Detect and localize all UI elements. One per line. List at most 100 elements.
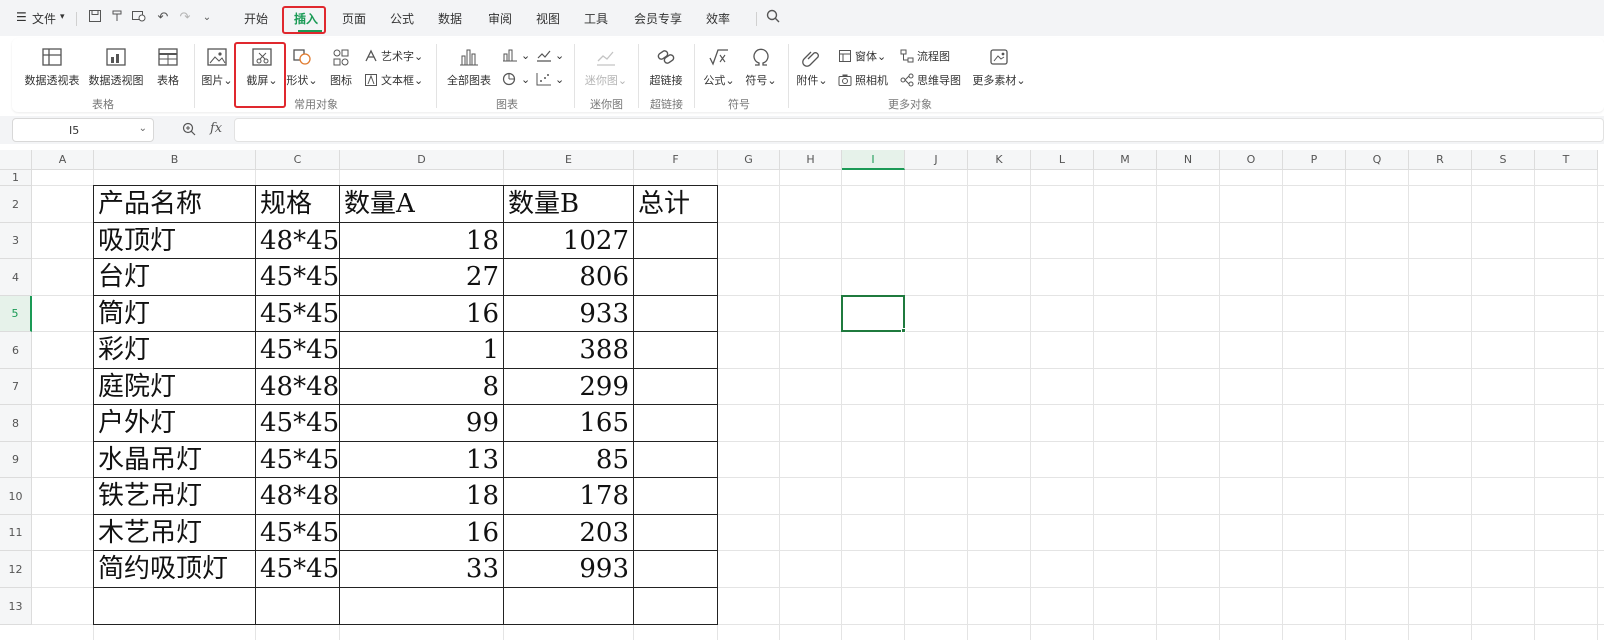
zoom-search-icon[interactable]: [182, 122, 196, 139]
row-header-9[interactable]: 9: [0, 442, 32, 478]
column-chart-dropdown[interactable]: ⌄: [502, 48, 530, 62]
window-form-button[interactable]: 窗体 ⌄: [838, 48, 886, 64]
tab-view[interactable]: 视图: [536, 10, 560, 27]
data-cell[interactable]: 85: [504, 442, 633, 478]
icon-button[interactable]: 图标: [326, 46, 356, 88]
tab-page[interactable]: 页面: [342, 10, 366, 27]
active-cell-i5[interactable]: [841, 295, 905, 332]
hyperlink-button[interactable]: 超链接: [646, 46, 686, 88]
data-cell[interactable]: 16: [340, 296, 503, 332]
row-header-1[interactable]: 1: [0, 170, 32, 186]
name-box-chevron-icon[interactable]: ⌄: [139, 123, 147, 134]
symbol-button[interactable]: 符号⌄: [742, 46, 780, 88]
column-header-c[interactable]: C: [256, 150, 340, 170]
select-all-corner[interactable]: [0, 150, 32, 170]
data-cell[interactable]: 13: [340, 442, 503, 478]
column-header-e[interactable]: E: [504, 150, 634, 170]
column-header-s[interactable]: S: [1472, 150, 1535, 170]
row-header-11[interactable]: 11: [0, 515, 32, 551]
all-charts-button[interactable]: 全部图表: [444, 46, 494, 88]
data-cell[interactable]: 48*48: [256, 478, 339, 515]
more-material-button[interactable]: 更多素材⌄: [968, 46, 1030, 88]
row-header-10[interactable]: 10: [0, 478, 32, 515]
spreadsheet-grid[interactable]: ABCDEFGHIJKLMNOPQRST 1 2 3 4 5 6 7 8 9 10 11 12 13 产…: [0, 150, 1604, 640]
file-menu-chevron-icon[interactable]: ▾: [60, 12, 65, 22]
tab-tools[interactable]: 工具: [584, 10, 608, 27]
data-cell[interactable]: 993: [504, 551, 633, 588]
column-header-q[interactable]: Q: [1346, 150, 1409, 170]
column-header-i[interactable]: I: [842, 150, 905, 170]
picture-button[interactable]: 图片⌄: [200, 46, 234, 88]
data-cell[interactable]: 45*45: [256, 551, 339, 588]
column-header-a[interactable]: A: [32, 150, 94, 170]
textbox-button[interactable]: 文本框 ⌄: [364, 72, 423, 88]
scatter-chart-dropdown[interactable]: ⌄: [536, 72, 564, 86]
data-cell[interactable]: 16: [340, 515, 503, 551]
main-menu-icon[interactable]: ☰: [16, 10, 27, 24]
data-cell[interactable]: 庭院灯: [94, 369, 255, 405]
column-header-g[interactable]: G: [718, 150, 780, 170]
column-header-p[interactable]: P: [1283, 150, 1346, 170]
data-cell[interactable]: 933: [504, 296, 633, 332]
table-button[interactable]: 表格: [152, 46, 184, 88]
column-header-m[interactable]: M: [1094, 150, 1157, 170]
row-header-12[interactable]: 12: [0, 551, 32, 588]
column-header-r[interactable]: R: [1409, 150, 1472, 170]
data-cell[interactable]: 铁艺吊灯: [94, 478, 255, 515]
attachment-button[interactable]: 附件⌄: [794, 46, 830, 88]
name-box[interactable]: I5 ⌄: [12, 118, 154, 142]
row-header-8[interactable]: 8: [0, 405, 32, 442]
fill-handle[interactable]: [901, 328, 906, 333]
header-cell[interactable]: 规格: [256, 186, 339, 223]
data-cell[interactable]: 台灯: [94, 259, 255, 296]
data-cell[interactable]: 吸顶灯: [94, 223, 255, 259]
data-cell[interactable]: 165: [504, 405, 633, 442]
line-chart-dropdown[interactable]: ⌄: [536, 48, 564, 62]
data-cell[interactable]: 45*45: [256, 332, 339, 369]
row-header-7[interactable]: 7: [0, 369, 32, 405]
quick-access-more-icon[interactable]: ⌄: [198, 9, 216, 27]
data-cell[interactable]: 水晶吊灯: [94, 442, 255, 478]
column-header-k[interactable]: K: [968, 150, 1031, 170]
data-cell[interactable]: 45*45: [256, 405, 339, 442]
tab-review[interactable]: 审阅: [488, 10, 512, 27]
print-preview-icon[interactable]: [130, 9, 148, 27]
save-icon[interactable]: [86, 9, 104, 27]
data-cell[interactable]: 简约吸顶灯: [94, 551, 255, 588]
search-icon[interactable]: [764, 9, 782, 27]
column-header-t[interactable]: T: [1535, 150, 1598, 170]
column-header-d[interactable]: D: [340, 150, 504, 170]
data-cell[interactable]: 筒灯: [94, 296, 255, 332]
data-cell[interactable]: 1: [340, 332, 503, 369]
wordart-button[interactable]: 艺术字 ⌄: [364, 48, 423, 64]
data-cell[interactable]: 45*45: [256, 515, 339, 551]
row-header-5[interactable]: 5: [0, 296, 32, 332]
camera-button[interactable]: 照相机: [838, 72, 888, 88]
column-header-b[interactable]: B: [94, 150, 256, 170]
column-header-j[interactable]: J: [905, 150, 968, 170]
column-header-l[interactable]: L: [1031, 150, 1094, 170]
formula-insert-button[interactable]: 公式⌄: [700, 46, 738, 88]
shape-button[interactable]: 形状⌄: [284, 46, 320, 88]
row-header-3[interactable]: 3: [0, 223, 32, 259]
formula-input[interactable]: [234, 118, 1604, 142]
data-cell[interactable]: 203: [504, 515, 633, 551]
data-cell[interactable]: 45*45: [256, 442, 339, 478]
data-cell[interactable]: 48*48: [256, 369, 339, 405]
row-header-4[interactable]: 4: [0, 259, 32, 296]
fx-function-icon[interactable]: fx: [210, 121, 222, 136]
data-cell[interactable]: 18: [340, 223, 503, 259]
data-cell[interactable]: 388: [504, 332, 633, 369]
data-cell[interactable]: 178: [504, 478, 633, 515]
pivot-chart-button[interactable]: 数据透视图: [88, 46, 144, 88]
data-cell[interactable]: 27: [340, 259, 503, 296]
column-header-n[interactable]: N: [1157, 150, 1220, 170]
pie-chart-dropdown[interactable]: ⌄: [502, 72, 530, 86]
data-cell[interactable]: 户外灯: [94, 405, 255, 442]
tab-efficiency[interactable]: 效率: [706, 10, 730, 27]
data-cell[interactable]: 木艺吊灯: [94, 515, 255, 551]
mindmap-button[interactable]: 思维导图: [900, 72, 961, 88]
redo-icon[interactable]: ↷: [176, 9, 194, 27]
tab-data[interactable]: 数据: [438, 10, 462, 27]
header-cell[interactable]: 数量A: [340, 186, 503, 223]
